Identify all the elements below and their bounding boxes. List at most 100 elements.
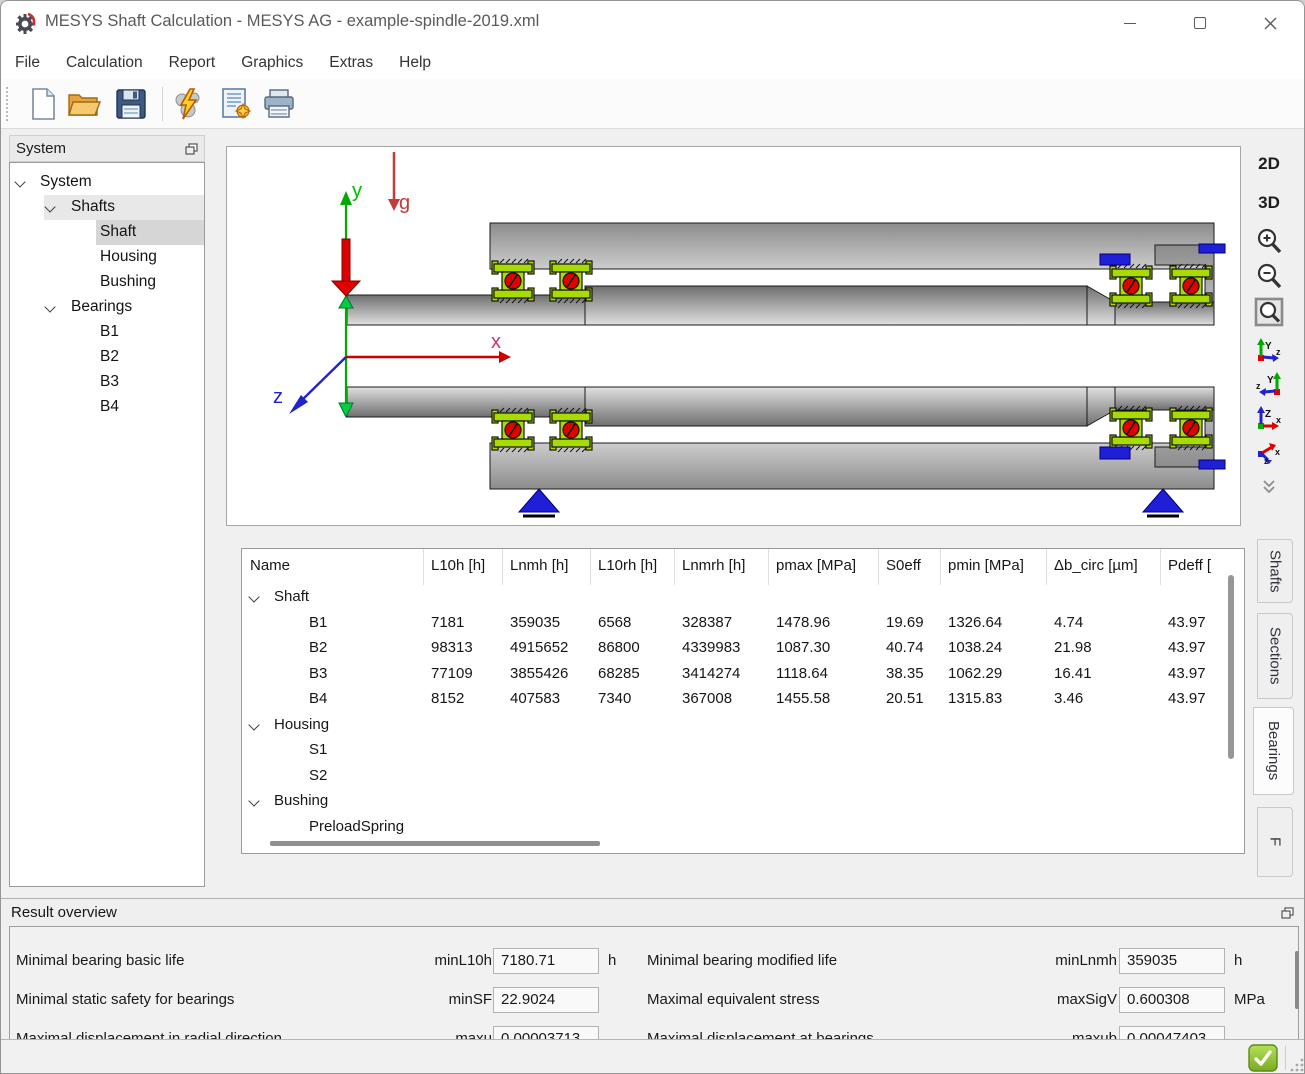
result-value-field-minlnmh[interactable]: 359035 — [1119, 948, 1225, 974]
table-row-b4[interactable]: B4815240758373403670081455.5820.511315.8… — [242, 687, 1245, 713]
print-button[interactable] — [259, 84, 299, 124]
result-symbol: minSF — [362, 991, 492, 1008]
table-row-b3[interactable]: B37710938554266828534142741118.6438.3510… — [242, 662, 1245, 688]
tree-item-housing[interactable]: Housing — [10, 245, 204, 270]
minimize-button[interactable] — [1107, 1, 1153, 45]
column-header-lnmh-h[interactable]: Lnmh [h] — [503, 549, 591, 585]
system-dock-header[interactable]: System — [9, 135, 205, 162]
cell-lnmrh-h-shaft — [675, 585, 769, 611]
cell-s0eff-b1: 19.69 — [879, 611, 941, 637]
tree-item-label: B1 — [100, 323, 119, 341]
tab-shafts[interactable]: Shafts — [1257, 539, 1293, 603]
cell-pmax-mpa-s2 — [769, 764, 879, 790]
view-xz-button[interactable]: x z — [1247, 439, 1291, 465]
table-hscroll-track — [242, 834, 1244, 853]
close-button[interactable] — [1247, 1, 1293, 45]
menu-item-extras[interactable]: Extras — [329, 54, 373, 72]
column-header-lnmrh-h[interactable]: Lnmrh [h] — [675, 549, 769, 585]
row-name-cell: Bushing — [242, 789, 424, 815]
column-header-name[interactable]: Name — [242, 549, 424, 585]
cell-pmin-mpa-b2: 1038.24 — [941, 636, 1047, 662]
column-header-pmax-mpa[interactable]: pmax [MPa] — [769, 549, 879, 585]
open-file-button[interactable] — [64, 84, 104, 124]
column-header-l10rh-h[interactable]: L10rh [h] — [591, 549, 675, 585]
chevron-down-icon[interactable] — [248, 591, 259, 602]
tree-item-bushing[interactable]: Bushing — [10, 270, 204, 295]
table-horizontal-scrollbar[interactable] — [270, 841, 600, 846]
maximize-button[interactable] — [1177, 1, 1223, 45]
cell-l10rh-h-shaft — [591, 585, 675, 611]
cell-b-circ-m-b1: 4.74 — [1047, 611, 1161, 637]
dock-float-icon[interactable] — [1281, 907, 1294, 919]
chevron-down-icon[interactable] — [14, 176, 25, 187]
tree-item-b2[interactable]: B2 — [10, 345, 204, 370]
zoom-out-button[interactable] — [1247, 262, 1291, 290]
tree-item-shafts[interactable]: Shafts — [10, 195, 204, 220]
toolbar-drag-handle[interactable] — [6, 87, 8, 121]
cell-l10h-h-b1: 7181 — [424, 611, 503, 637]
toolbar-separator — [162, 87, 163, 121]
dock-float-icon[interactable] — [185, 143, 198, 155]
cell-lnmrh-h-s2 — [675, 764, 769, 790]
menu-item-report[interactable]: Report — [169, 54, 216, 72]
report-button[interactable] — [216, 84, 256, 124]
save-button[interactable] — [111, 84, 151, 124]
table-vertical-scrollbar[interactable] — [1228, 575, 1234, 759]
result-value-field-maxu[interactable]: 0.00003713 — [493, 1026, 599, 1039]
tree-item-b3[interactable]: B3 — [10, 370, 204, 395]
menu-item-file[interactable]: File — [15, 54, 40, 72]
table-row-b1[interactable]: B1718135903565683283871478.9619.691326.6… — [242, 611, 1245, 637]
column-header-b-circ-m[interactable]: Δb_circ [µm] — [1047, 549, 1161, 585]
column-header-s0eff[interactable]: S0eff — [879, 549, 941, 585]
result-value-field-minsf[interactable]: 22.9024 — [493, 987, 599, 1013]
chevron-down-icon[interactable] — [248, 719, 259, 730]
table-row-s1[interactable]: S1 — [242, 738, 1245, 764]
table-row-shaft[interactable]: Shaft — [242, 585, 1245, 611]
cell-lnmh-h-shaft — [503, 585, 591, 611]
shaft-drawing-view[interactable]: g y x z — [226, 146, 1241, 526]
tab-f[interactable]: F — [1257, 807, 1293, 877]
menu-item-help[interactable]: Help — [399, 54, 431, 72]
view-zy-button[interactable]: Y z — [1247, 371, 1291, 397]
title-bar[interactable]: MESYS Shaft Calculation - MESYS AG - exa… — [1, 1, 1304, 46]
result-label: Minimal static safety for bearings — [16, 991, 234, 1008]
zoom-in-button[interactable] — [1247, 227, 1291, 255]
view-yz-button[interactable]: Y z — [1247, 337, 1291, 363]
chevron-down-icon[interactable] — [248, 795, 259, 806]
tree-item-system[interactable]: System — [10, 170, 204, 195]
tree-item-bearings[interactable]: Bearings — [10, 295, 204, 320]
view-zx-button[interactable]: Z x — [1247, 405, 1291, 431]
column-header-pmin-mpa[interactable]: pmin [MPa] — [941, 549, 1047, 585]
table-row-bushing[interactable]: Bushing — [242, 789, 1245, 815]
table-row-s2[interactable]: S2 — [242, 764, 1245, 790]
view-2d-button[interactable]: 2D — [1247, 154, 1291, 174]
cell-lnmh-h-b2: 4915652 — [503, 636, 591, 662]
view-3d-button[interactable]: 3D — [1247, 193, 1291, 213]
result-overview-scrollbar[interactable] — [1295, 951, 1299, 1009]
table-row-housing[interactable]: Housing — [242, 713, 1245, 739]
result-value-field-maxub[interactable]: 0.00047403 — [1119, 1026, 1225, 1039]
new-file-button[interactable] — [23, 84, 63, 124]
cell-pmin-mpa-bushing — [941, 789, 1047, 815]
zoom-fit-button[interactable] — [1247, 297, 1291, 327]
calculation-ok-button[interactable] — [1248, 1044, 1278, 1072]
result-value-field-maxsigv[interactable]: 0.600308 — [1119, 987, 1225, 1013]
menu-item-graphics[interactable]: Graphics — [241, 54, 303, 72]
table-row-b2[interactable]: B29831349156528680043399831087.3040.7410… — [242, 636, 1245, 662]
menu-item-calculation[interactable]: Calculation — [66, 54, 143, 72]
calculate-button[interactable] — [168, 84, 208, 124]
result-value-field-minl10h[interactable]: 7180.71 — [493, 948, 599, 974]
result-overview-header[interactable]: Result overview — [1, 898, 1304, 926]
row-name-label: S2 — [309, 767, 327, 784]
chevron-down-icon[interactable] — [44, 301, 55, 312]
tree-item-b4[interactable]: B4 — [10, 395, 204, 420]
resize-grip[interactable] — [1290, 1058, 1304, 1072]
tree-item-b1[interactable]: B1 — [10, 320, 204, 345]
cell-s0eff-s1 — [879, 738, 941, 764]
tab-bearings[interactable]: Bearings — [1253, 707, 1294, 795]
toolbar-more-button[interactable] — [1247, 479, 1291, 495]
cell-pmin-mpa-b4: 1315.83 — [941, 687, 1047, 713]
tab-sections[interactable]: Sections — [1257, 613, 1293, 699]
column-header-l10h-h[interactable]: L10h [h] — [424, 549, 503, 585]
tree-item-shaft[interactable]: Shaft — [10, 220, 204, 245]
